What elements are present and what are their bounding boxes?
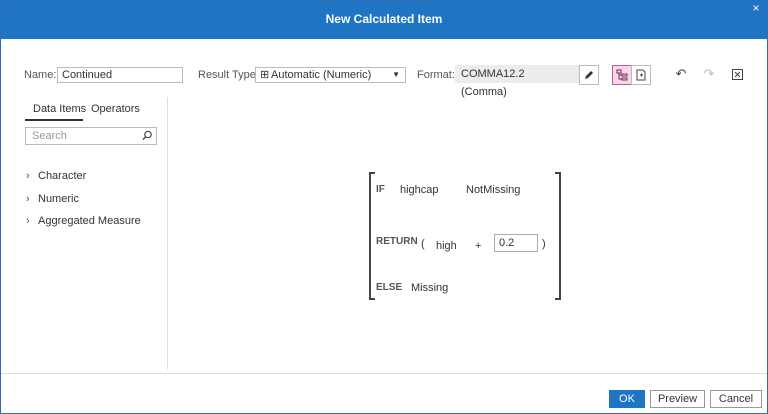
if-keyword: IF <box>376 184 385 195</box>
if-condition[interactable]: NotMissing <box>466 184 520 196</box>
result-type-select[interactable]: ⊞ Automatic (Numeric) ▼ <box>255 67 406 83</box>
plus-operator[interactable]: + <box>475 240 481 252</box>
tree-item-label: Numeric <box>38 193 79 205</box>
visual-mode-toggle[interactable] <box>612 65 632 85</box>
search-placeholder: Search <box>32 130 67 142</box>
name-field[interactable]: Continued <box>57 67 183 83</box>
chevron-down-icon: ▼ <box>392 70 400 79</box>
calculator-icon: ⊞ <box>260 69 270 81</box>
calculated-item-dialog: New Calculated Item × Name: Continued Re… <box>0 0 768 414</box>
operand-input[interactable]: 0.2 <box>494 234 538 252</box>
chevron-right-icon: › <box>26 215 30 227</box>
tree-item-numeric[interactable]: › Numeric <box>26 193 79 205</box>
undo-icon[interactable]: ↶ <box>673 66 689 82</box>
search-icon <box>142 130 152 140</box>
tab-operators[interactable]: Operators <box>91 103 140 115</box>
close-paren: ) <box>542 238 546 250</box>
tree-icon <box>616 69 628 81</box>
close-icon[interactable]: × <box>749 1 763 15</box>
tree-item-character[interactable]: › Character <box>26 170 86 182</box>
text-mode-toggle[interactable] <box>631 65 651 85</box>
return-data-item[interactable]: high <box>436 240 457 252</box>
else-keyword: ELSE <box>376 282 403 293</box>
footer-divider <box>1 373 767 374</box>
dialog-title: New Calculated Item <box>325 12 443 26</box>
right-bracket <box>555 172 561 300</box>
result-type-label: Result Type: <box>198 69 259 81</box>
active-tab-indicator <box>25 119 83 121</box>
else-value[interactable]: Missing <box>411 282 448 294</box>
name-label: Name: <box>24 69 57 81</box>
redo-icon[interactable]: ↷ <box>701 66 717 82</box>
chevron-right-icon: › <box>26 193 30 205</box>
tree-item-label: Character <box>38 170 87 182</box>
search-input[interactable]: Search <box>25 127 157 145</box>
return-keyword: RETURN <box>376 236 418 247</box>
format-value: COMMA12.2 (Comma) <box>455 65 579 98</box>
cancel-button[interactable]: Cancel <box>710 390 762 408</box>
tree-item-label: Aggregated Measure <box>38 215 141 227</box>
result-type-value: Automatic (Numeric) <box>271 69 372 81</box>
document-icon <box>636 69 646 81</box>
chevron-right-icon: › <box>26 170 30 182</box>
ok-button[interactable]: OK <box>609 390 645 408</box>
title-bar: New Calculated Item × <box>1 1 767 39</box>
if-data-item[interactable]: highcap <box>400 184 439 196</box>
preview-button[interactable]: Preview <box>650 390 705 408</box>
tab-data-items[interactable]: Data Items <box>33 103 86 115</box>
clear-icon <box>731 68 743 80</box>
panel-divider <box>167 97 168 369</box>
left-bracket <box>369 172 375 300</box>
edit-format-button[interactable] <box>579 65 599 85</box>
format-label: Format: <box>417 69 455 81</box>
tree-item-aggregated-measure[interactable]: › Aggregated Measure <box>26 215 141 227</box>
open-paren: ( <box>421 238 425 250</box>
pencil-icon <box>585 71 593 79</box>
clear-expression-button[interactable] <box>729 66 745 82</box>
expression-block[interactable]: IF highcap NotMissing RETURN ( high + 0.… <box>369 172 561 300</box>
